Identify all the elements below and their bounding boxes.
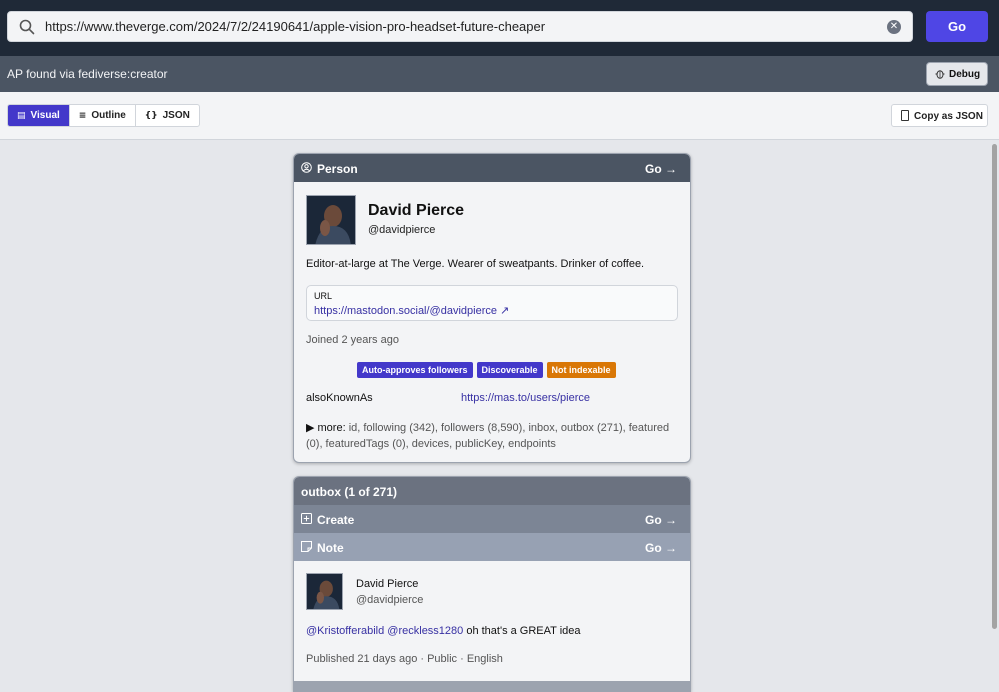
debug-button[interactable]: Debug — [926, 62, 988, 86]
outbox-header: outbox (1 of 271) — [294, 477, 690, 505]
go-link[interactable]: Go → — [645, 513, 677, 527]
create-label: Create — [317, 513, 355, 527]
create-header: Create Go → — [294, 505, 690, 533]
avatar-image — [307, 574, 342, 609]
person-card-header: Person Go → — [294, 154, 690, 182]
outbox-next-strip — [294, 681, 690, 692]
mention-link[interactable]: @reckless1280 — [387, 625, 463, 637]
mention-link[interactable]: @Kristofferabild — [306, 625, 384, 637]
avatar — [306, 195, 356, 245]
status-text: AP found via fediverse:creator — [7, 67, 168, 81]
copy-label: Copy as JSON — [914, 111, 983, 122]
outbox-title: outbox (1 of 271) — [301, 485, 398, 499]
url-key: URL — [314, 291, 333, 301]
note-text: oh that's a GREAT idea — [463, 625, 581, 637]
badge-not-indexable: Not indexable — [546, 362, 616, 378]
also-known-as-key: alsoKnownAs — [306, 392, 373, 404]
braces-icon: {} — [144, 110, 158, 121]
go-link[interactable]: Go → — [645, 541, 677, 555]
tab-outline[interactable]: ≡ Outline — [70, 105, 136, 126]
also-known-as-link[interactable]: https://mas.to/users/pierce — [461, 392, 590, 404]
profile-url-link[interactable]: https://mastodon.social/@davidpierce ↗ — [314, 304, 509, 317]
url-input[interactable]: https://www.theverge.com/2024/7/2/241906… — [7, 11, 913, 42]
badge-row: Auto-approves followers Discoverable Not… — [357, 362, 616, 378]
go-button[interactable]: Go — [926, 11, 988, 42]
note-meta: Published 21 days ago · Public · English — [306, 653, 503, 665]
go-link[interactable]: Go → — [645, 162, 677, 176]
search-icon — [19, 19, 35, 35]
note-content: @Kristofferabild @reckless1280 oh that's… — [306, 625, 581, 637]
author-handle: @davidpierce — [356, 594, 424, 606]
user-circle-icon — [301, 162, 312, 173]
note-header: Note Go → — [294, 533, 690, 561]
outbox-card: outbox (1 of 271) Create Go → Note Go → … — [293, 476, 691, 692]
view-toolbar: ▤ Visual ≡ Outline {} JSON Copy as JSON — [0, 92, 999, 140]
plus-square-icon — [301, 513, 312, 524]
badge-discoverable: Discoverable — [476, 362, 543, 378]
status-bar: AP found via fediverse:creator Debug — [0, 56, 999, 92]
more-list: id, following (342), followers (8,590), … — [306, 422, 670, 450]
scroll-thumb[interactable] — [992, 144, 997, 629]
more-properties[interactable]: ▶ more: id, following (342), followers (… — [306, 420, 676, 452]
clear-icon[interactable]: ✕ — [887, 20, 901, 34]
author-name: David Pierce — [356, 578, 419, 590]
url-value: https://www.theverge.com/2024/7/2/241906… — [45, 19, 546, 34]
avatar — [306, 573, 343, 610]
top-bar: https://www.theverge.com/2024/7/2/241906… — [0, 0, 999, 56]
card-type-label: Person — [317, 162, 358, 176]
badge-auto-approves: Auto-approves followers — [357, 362, 473, 378]
url-field: URL https://mastodon.social/@davidpierce… — [306, 285, 678, 321]
tab-label: Outline — [91, 110, 126, 121]
note-icon — [301, 541, 312, 552]
tab-visual[interactable]: ▤ Visual — [8, 105, 70, 126]
view-switcher: ▤ Visual ≡ Outline {} JSON — [7, 104, 200, 127]
copy-as-json-button[interactable]: Copy as JSON — [891, 104, 988, 127]
joined-text: Joined 2 years ago — [306, 334, 399, 346]
display-name: David Pierce — [368, 202, 465, 219]
note-label: Note — [317, 541, 344, 555]
bug-icon — [935, 70, 945, 79]
list-icon: ≡ — [78, 110, 87, 121]
clipboard-icon — [901, 110, 909, 121]
debug-label: Debug — [949, 69, 981, 80]
scrollbar[interactable] — [990, 141, 999, 692]
tab-label: Visual — [30, 110, 60, 121]
tab-label: JSON — [162, 110, 190, 121]
person-card: Person Go → David Pierce @davidpierce Ed… — [293, 153, 691, 463]
bio: Editor-at-large at The Verge. Wearer of … — [306, 258, 645, 270]
card-icon: ▤ — [17, 110, 26, 121]
note-body: David Pierce @davidpierce @Kristofferabi… — [294, 561, 690, 681]
handle: @davidpierce — [368, 224, 436, 236]
tab-json[interactable]: {} JSON — [136, 105, 199, 126]
avatar-image — [307, 196, 355, 244]
more-toggle[interactable]: ▶ more: — [306, 422, 346, 434]
